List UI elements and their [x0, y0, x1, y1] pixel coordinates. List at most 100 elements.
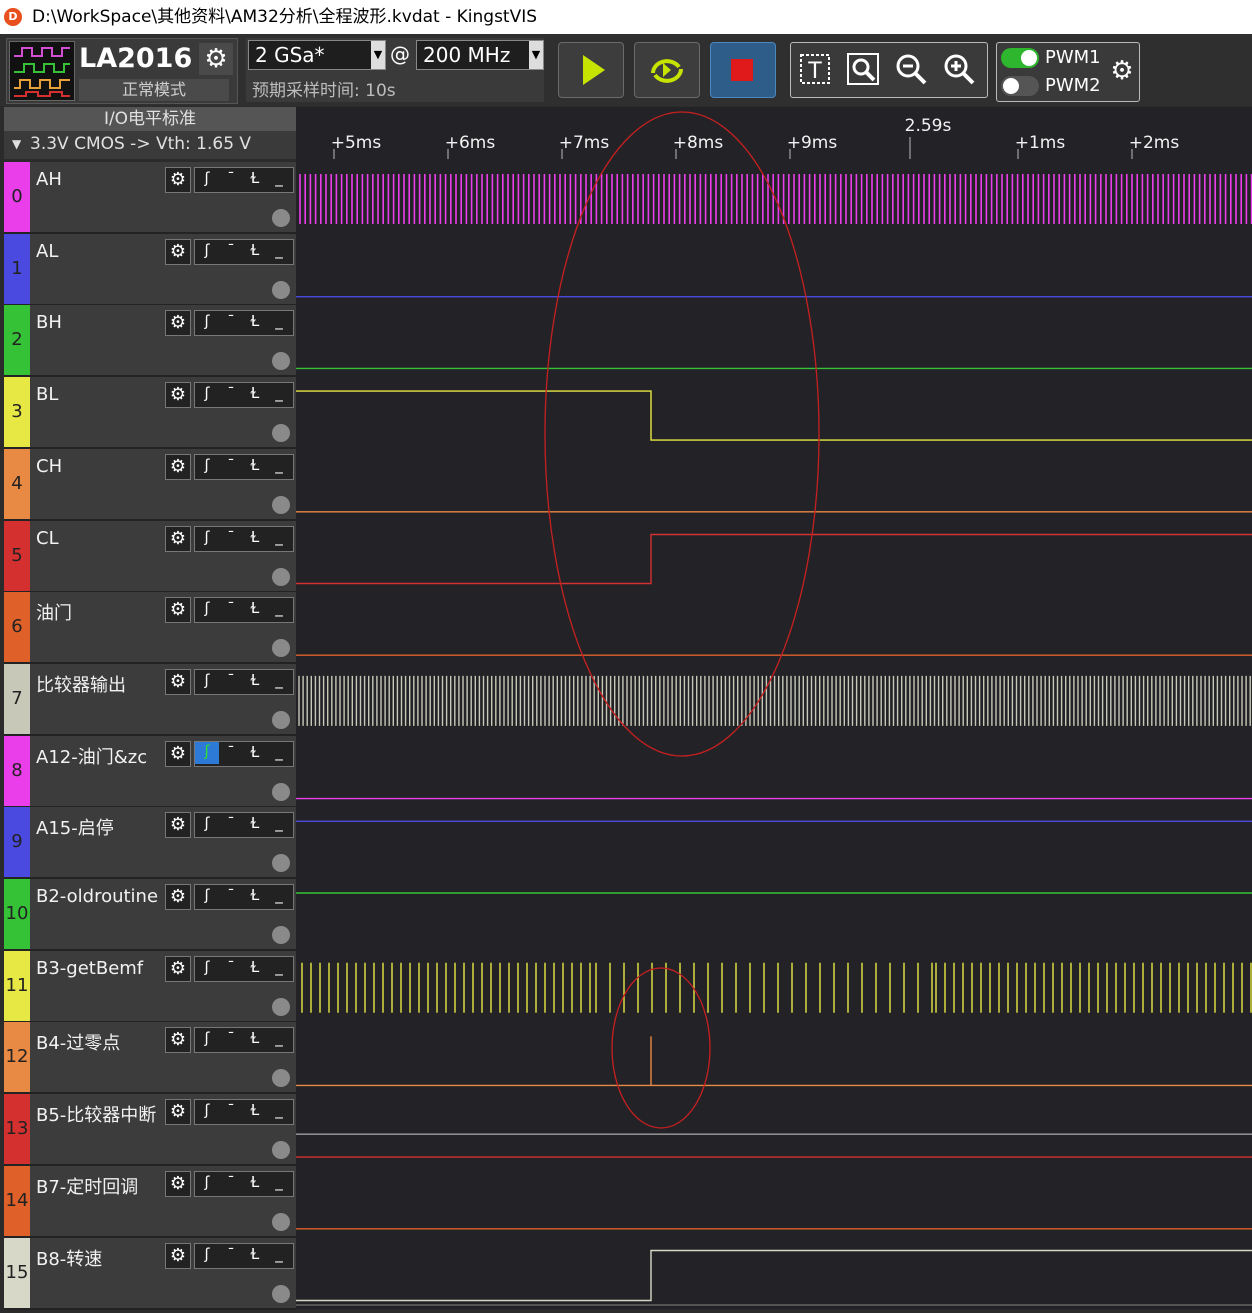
high-level-icon[interactable]: ¯ — [219, 1173, 243, 1191]
channel-row[interactable]: 5 CL ⚙ ʃ ¯ Ɫ _ — [4, 520, 296, 593]
channel-name[interactable]: 油门 — [36, 599, 72, 625]
channel-row[interactable]: 3 BL ⚙ ʃ ¯ Ɫ _ — [4, 377, 296, 450]
channel-settings-gear-icon[interactable]: ⚙ — [165, 238, 191, 265]
channel-row[interactable]: 15 B8-转速 ⚙ ʃ ¯ Ɫ _ — [4, 1237, 296, 1310]
rising-edge-icon[interactable]: ʃ — [195, 1173, 219, 1191]
channel-name[interactable]: B3-getBemf — [36, 958, 143, 979]
channel-name[interactable]: B2-oldroutine — [36, 886, 158, 907]
pwm2-toggle[interactable] — [1001, 76, 1039, 96]
channel-row[interactable]: 12 B4-过零点 ⚙ ʃ ¯ Ɫ _ — [4, 1022, 296, 1095]
low-level-icon[interactable]: _ — [267, 1173, 291, 1191]
channel-name[interactable]: B5-比较器中断 — [36, 1101, 156, 1127]
falling-edge-icon[interactable]: Ɫ — [243, 241, 267, 259]
repeat-button[interactable] — [634, 42, 700, 98]
rising-edge-icon[interactable]: ʃ — [195, 528, 219, 546]
start-button[interactable] — [558, 42, 624, 98]
channel-row[interactable]: 2 BH ⚙ ʃ ¯ Ɫ _ — [4, 305, 296, 378]
rising-edge-icon[interactable]: ʃ — [195, 456, 219, 474]
channel-settings-gear-icon[interactable]: ⚙ — [165, 955, 191, 982]
low-level-icon[interactable]: _ — [267, 1245, 291, 1263]
zoom-out-icon[interactable] — [891, 49, 931, 89]
pwm1-toggle[interactable] — [1001, 48, 1039, 68]
channel-status-dot[interactable] — [272, 997, 290, 1016]
falling-edge-icon[interactable]: Ɫ — [243, 1029, 267, 1047]
channel-row[interactable]: 1 AL ⚙ ʃ ¯ Ɫ _ — [4, 233, 296, 306]
channel-settings-gear-icon[interactable]: ⚙ — [165, 1242, 191, 1269]
channel-settings-gear-icon[interactable]: ⚙ — [165, 310, 191, 337]
channel-status-dot[interactable] — [272, 280, 290, 299]
channel-row[interactable]: 9 A15-启停 ⚙ ʃ ¯ Ɫ _ — [4, 807, 296, 880]
channel-name[interactable]: B4-过零点 — [36, 1029, 120, 1055]
high-level-icon[interactable]: ¯ — [219, 241, 243, 259]
high-level-icon[interactable]: ¯ — [219, 528, 243, 546]
channel-settings-gear-icon[interactable]: ⚙ — [165, 1099, 191, 1126]
channel-status-dot[interactable] — [272, 1212, 290, 1231]
channel-status-dot[interactable] — [272, 567, 290, 586]
channel-settings-gear-icon[interactable]: ⚙ — [165, 1027, 191, 1054]
falling-edge-icon[interactable]: Ɫ — [243, 886, 267, 904]
channel-row[interactable]: 6 油门 ⚙ ʃ ¯ Ɫ _ — [4, 592, 296, 665]
low-level-icon[interactable]: _ — [267, 886, 291, 904]
channel-settings-gear-icon[interactable]: ⚙ — [165, 1170, 191, 1197]
channel-settings-gear-icon[interactable]: ⚙ — [165, 525, 191, 552]
high-level-icon[interactable]: ¯ — [219, 1245, 243, 1263]
high-level-icon[interactable]: ¯ — [219, 456, 243, 474]
channel-status-dot[interactable] — [272, 424, 290, 443]
rising-edge-icon[interactable]: ʃ — [195, 1101, 219, 1119]
zoom-in-icon[interactable] — [939, 49, 979, 89]
channel-row[interactable]: 7 比较器输出 ⚙ ʃ ¯ Ɫ _ — [4, 663, 296, 736]
channel-row[interactable]: 8 A12-油门&zc ⚙ ʃ ¯ Ɫ _ — [4, 735, 296, 808]
channel-status-dot[interactable] — [272, 1141, 290, 1160]
device-waveform-icon[interactable] — [9, 41, 75, 101]
high-level-icon[interactable]: ¯ — [219, 814, 243, 832]
rising-edge-icon[interactable]: ʃ — [195, 1029, 219, 1047]
high-level-icon[interactable]: ¯ — [219, 312, 243, 330]
rising-edge-icon[interactable]: ʃ — [195, 958, 219, 976]
channel-status-dot[interactable] — [272, 1284, 290, 1303]
channel-row[interactable]: 10 B2-oldroutine ⚙ ʃ ¯ Ɫ _ — [4, 879, 296, 951]
channel-name[interactable]: AH — [36, 169, 62, 190]
falling-edge-icon[interactable]: Ɫ — [243, 1101, 267, 1119]
channel-status-dot[interactable] — [272, 1069, 290, 1088]
rising-edge-icon[interactable]: ʃ — [195, 312, 219, 330]
channel-row[interactable]: 14 B7-定时回调 ⚙ ʃ ¯ Ɫ _ — [4, 1165, 296, 1238]
triangle-down-icon[interactable]: ▼ — [12, 137, 21, 151]
channel-settings-gear-icon[interactable]: ⚙ — [165, 167, 191, 193]
rising-edge-icon[interactable]: ʃ — [195, 241, 219, 259]
channel-name[interactable]: CH — [36, 456, 62, 477]
channel-name[interactable]: A15-启停 — [36, 814, 114, 840]
rising-edge-icon[interactable]: ʃ — [195, 741, 219, 764]
falling-edge-icon[interactable]: Ɫ — [243, 384, 267, 402]
channel-name[interactable]: B7-定时回调 — [36, 1173, 138, 1199]
falling-edge-icon[interactable]: Ɫ — [243, 599, 267, 617]
channel-status-dot[interactable] — [272, 854, 290, 873]
low-level-icon[interactable]: _ — [267, 456, 291, 474]
channel-status-dot[interactable] — [272, 352, 290, 371]
falling-edge-icon[interactable]: Ɫ — [243, 456, 267, 474]
channel-row[interactable]: 4 CH ⚙ ʃ ¯ Ɫ _ — [4, 448, 296, 521]
stop-button[interactable] — [710, 42, 776, 98]
high-level-icon[interactable]: ¯ — [219, 169, 243, 187]
channel-name[interactable]: A12-油门&zc — [36, 743, 147, 769]
channel-name[interactable]: CL — [36, 528, 59, 549]
channel-status-dot[interactable] — [272, 782, 290, 801]
high-level-icon[interactable]: ¯ — [219, 958, 243, 976]
falling-edge-icon[interactable]: Ɫ — [243, 169, 267, 187]
channel-name[interactable]: BH — [36, 312, 62, 333]
low-level-icon[interactable]: _ — [267, 814, 291, 832]
channel-row[interactable]: 0 AH ⚙ ʃ ¯ Ɫ _ — [4, 162, 296, 234]
waveform-canvas[interactable]: +5ms +6ms +7ms +8ms +9ms 2.59s +1ms +2ms — [296, 107, 1252, 1309]
channel-settings-gear-icon[interactable]: ⚙ — [165, 453, 191, 480]
falling-edge-icon[interactable]: Ɫ — [243, 1173, 267, 1191]
high-level-icon[interactable]: ¯ — [219, 886, 243, 904]
low-level-icon[interactable]: _ — [267, 528, 291, 546]
device-mode[interactable]: 正常模式 — [79, 79, 229, 101]
low-level-icon[interactable]: _ — [267, 671, 291, 689]
rising-edge-icon[interactable]: ʃ — [195, 886, 219, 904]
sample-depth-select[interactable]: 200 MHz ▼ — [416, 40, 544, 70]
high-level-icon[interactable]: ¯ — [219, 384, 243, 402]
channel-status-dot[interactable] — [272, 710, 290, 729]
low-level-icon[interactable]: _ — [267, 1029, 291, 1047]
high-level-icon[interactable]: ¯ — [219, 1101, 243, 1119]
rising-edge-icon[interactable]: ʃ — [195, 1245, 219, 1263]
